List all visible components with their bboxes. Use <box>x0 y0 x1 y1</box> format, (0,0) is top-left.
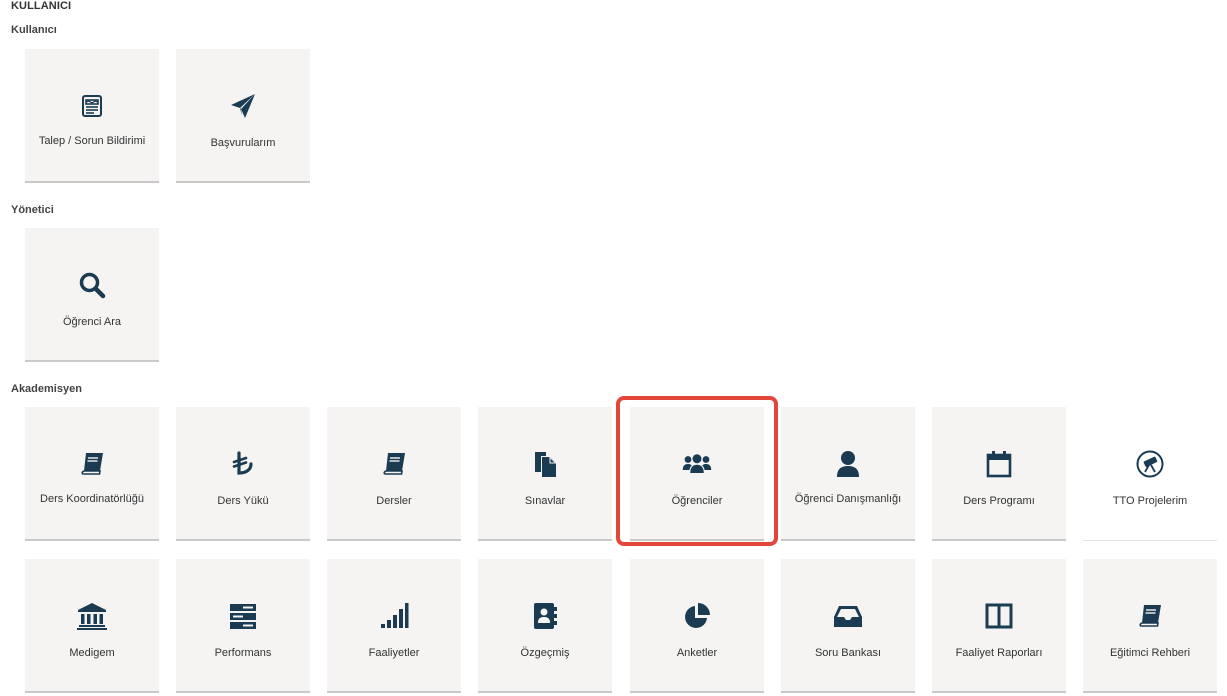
tile-label: Ders Yükü <box>217 495 269 507</box>
tile-label: Öğrenciler <box>671 495 723 507</box>
section-title-yonetici: Yönetici <box>11 204 54 216</box>
server-icon <box>228 601 258 631</box>
tile-egitimci-rehberi[interactable]: Eğitimci Rehberi <box>1083 559 1217 693</box>
tile-talep-sorun-bildirimi[interactable]: Talep / Sorun Bildirimi <box>25 49 159 183</box>
tile-ogrenci-ara[interactable]: Öğrenci Ara <box>25 228 159 362</box>
tile-tto-projelerim[interactable]: TTO Projelerim <box>1083 407 1217 541</box>
tile-label: Özgeçmiş <box>520 647 570 659</box>
calendar-icon <box>984 449 1014 479</box>
paper-plane-icon <box>228 91 258 121</box>
tile-faaliyet-raporlari[interactable]: Faaliyet Raporları <box>932 559 1066 693</box>
tile-soru-bankasi[interactable]: Soru Bankası <box>781 559 915 693</box>
tile-label: TTO Projelerim <box>1112 495 1188 507</box>
tile-label: Anketler <box>676 647 718 659</box>
user-icon <box>833 449 863 479</box>
page: KULLANICI Kullanıcı Talep / Sorun Bildir… <box>0 0 1227 696</box>
tile-basvurularim[interactable]: Başvurularım <box>176 49 310 183</box>
tile-medigem[interactable]: Medigem <box>25 559 159 693</box>
newspaper-icon <box>77 91 107 121</box>
users-icon <box>682 449 712 479</box>
tile-label: Sınavlar <box>524 495 566 507</box>
page-title: KULLANICI <box>11 0 72 12</box>
columns-icon <box>984 601 1014 631</box>
book-icon <box>379 449 409 479</box>
tile-label: Talep / Sorun Bildirimi <box>38 135 146 147</box>
tile-ogrenciler[interactable]: Öğrenciler <box>630 407 764 541</box>
signal-bars-icon <box>379 601 409 631</box>
tile-label: Dersler <box>376 495 412 507</box>
tile-label: Performans <box>214 647 272 659</box>
tile-label: Öğrenci Danışmanlığı <box>794 493 902 505</box>
tile-ogrenci-danismanligi[interactable]: Öğrenci Danışmanlığı <box>781 407 915 541</box>
tile-label: Faaliyet Raporları <box>955 647 1043 659</box>
pie-chart-icon <box>682 601 712 631</box>
tile-label: Medigem <box>69 647 115 659</box>
address-book-icon <box>530 601 560 631</box>
lira-icon <box>228 449 258 479</box>
inbox-icon <box>833 601 863 631</box>
book-icon <box>77 449 107 479</box>
tile-dersler[interactable]: Dersler <box>327 407 461 541</box>
tile-sinavlar[interactable]: Sınavlar <box>478 407 612 541</box>
telescope-icon <box>1135 449 1165 479</box>
tile-ozgecmis[interactable]: Özgeçmiş <box>478 559 612 693</box>
search-icon <box>77 270 107 300</box>
tile-ders-yuku[interactable]: Ders Yükü <box>176 407 310 541</box>
book-icon <box>1135 601 1165 631</box>
tile-label: Soru Bankası <box>814 647 882 659</box>
tile-label: Başvurularım <box>210 137 276 149</box>
tile-label: Ders Programı <box>963 495 1035 507</box>
tile-anketler[interactable]: Anketler <box>630 559 764 693</box>
documents-icon <box>530 449 560 479</box>
tile-label: Öğrenci Ara <box>62 316 122 328</box>
tile-faaliyetler[interactable]: Faaliyetler <box>327 559 461 693</box>
section-title-kullanici: Kullanıcı <box>11 24 57 36</box>
tile-ders-koordinatorlugu[interactable]: Ders Koordinatörlüğü <box>25 407 159 541</box>
section-title-akademisyen: Akademisyen <box>11 383 82 395</box>
institution-icon <box>77 601 107 631</box>
tile-label: Eğitimci Rehberi <box>1109 647 1191 659</box>
tile-label: Ders Koordinatörlüğü <box>40 493 144 505</box>
tile-performans[interactable]: Performans <box>176 559 310 693</box>
tile-label: Faaliyetler <box>368 647 420 659</box>
tile-ders-programi[interactable]: Ders Programı <box>932 407 1066 541</box>
